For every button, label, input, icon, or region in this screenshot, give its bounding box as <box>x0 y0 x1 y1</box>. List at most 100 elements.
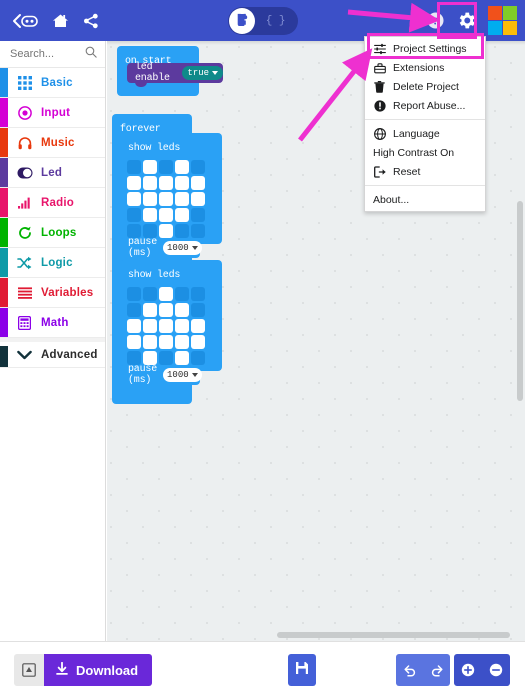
menu-item-reset[interactable]: Reset <box>365 162 485 181</box>
led-cell-4-2[interactable] <box>159 351 173 365</box>
led-cell-1-4[interactable] <box>191 303 205 317</box>
block-on-start[interactable]: on start led enable true <box>117 46 223 96</box>
led-cell-0-2[interactable] <box>159 160 173 174</box>
blocks-javascript-toggle[interactable]: { } <box>227 6 298 35</box>
led-cell-4-4[interactable] <box>191 351 205 365</box>
led-cell-1-1[interactable] <box>143 303 157 317</box>
category-stripe <box>0 308 8 337</box>
led-cell-3-0[interactable] <box>127 335 141 349</box>
sidebar-item-loops[interactable]: Loops <box>0 218 105 248</box>
led-cell-2-2[interactable] <box>159 319 173 333</box>
led-cell-4-1[interactable] <box>143 224 157 238</box>
block-pause-2[interactable]: pause (ms) 1000 <box>120 364 202 386</box>
menu-item-language[interactable]: Language <box>365 124 485 143</box>
led-cell-4-0[interactable] <box>127 351 141 365</box>
led-cell-2-0[interactable] <box>127 319 141 333</box>
led-cell-2-2[interactable] <box>159 192 173 206</box>
workspace-vertical-scrollbar[interactable] <box>517 201 523 401</box>
menu-item-report-abuse[interactable]: Report Abuse... <box>365 96 485 115</box>
redo-icon[interactable] <box>430 663 444 677</box>
led-cell-4-0[interactable] <box>127 224 141 238</box>
led-cell-0-1[interactable] <box>143 287 157 301</box>
led-cell-1-3[interactable] <box>175 303 189 317</box>
led-cell-1-2[interactable] <box>159 176 173 190</box>
led-cell-2-4[interactable] <box>191 192 205 206</box>
block-show-leds-2[interactable]: show leds <box>120 260 222 371</box>
led-cell-0-2[interactable] <box>159 287 173 301</box>
led-cell-1-1[interactable] <box>143 176 157 190</box>
led-cell-2-3[interactable] <box>175 192 189 206</box>
led-cell-2-1[interactable] <box>143 319 157 333</box>
led-cell-3-3[interactable] <box>175 335 189 349</box>
led-cell-4-3[interactable] <box>175 224 189 238</box>
sidebar-item-radio[interactable]: Radio <box>0 188 105 218</box>
led-cell-1-0[interactable] <box>127 303 141 317</box>
led-cell-4-4[interactable] <box>191 224 205 238</box>
led-cell-3-2[interactable] <box>159 208 173 222</box>
usb-device-icon[interactable] <box>14 654 44 686</box>
led-cell-3-0[interactable] <box>127 208 141 222</box>
led-cell-4-1[interactable] <box>143 351 157 365</box>
led-cell-0-0[interactable] <box>127 160 141 174</box>
block-pause-1[interactable]: pause (ms) 1000 <box>120 237 202 259</box>
sidebar-item-led[interactable]: Led <box>0 158 105 188</box>
help-question-icon[interactable]: ? <box>422 0 448 41</box>
led-cell-4-3[interactable] <box>175 351 189 365</box>
led-cell-2-0[interactable] <box>127 192 141 206</box>
led-cell-0-1[interactable] <box>143 160 157 174</box>
blocks-puzzle-icon[interactable] <box>228 7 255 34</box>
save-button[interactable] <box>288 654 316 686</box>
menu-item-high-contrast[interactable]: High Contrast On <box>365 143 485 162</box>
led-cell-3-1[interactable] <box>143 335 157 349</box>
led-cell-1-2[interactable] <box>159 303 173 317</box>
led-cell-3-3[interactable] <box>175 208 189 222</box>
sidebar-item-label: Basic <box>41 76 73 89</box>
sidebar-item-variables[interactable]: Variables <box>0 278 105 308</box>
sidebar-item-advanced[interactable]: Advanced <box>0 338 105 368</box>
workspace-horizontal-scrollbar[interactable] <box>277 632 510 638</box>
sidebar-item-music[interactable]: Music <box>0 128 105 158</box>
search-icon[interactable] <box>85 45 97 63</box>
led-cell-0-0[interactable] <box>127 287 141 301</box>
led-cell-1-0[interactable] <box>127 176 141 190</box>
led-cell-3-2[interactable] <box>159 335 173 349</box>
menu-item-delete-project[interactable]: Delete Project <box>365 77 485 96</box>
pause-value-dropdown-2[interactable]: 1000 <box>163 368 202 382</box>
led-cell-0-3[interactable] <box>175 287 189 301</box>
undo-icon[interactable] <box>403 663 417 677</box>
search-input[interactable] <box>10 48 76 60</box>
block-led-enable[interactable]: led enable true <box>127 62 223 87</box>
led-cell-0-4[interactable] <box>191 160 205 174</box>
led-cell-2-1[interactable] <box>143 192 157 206</box>
sidebar-item-input[interactable]: Input <box>0 98 105 128</box>
zoom-out-icon[interactable] <box>489 663 503 677</box>
download-button[interactable]: Download <box>44 654 153 686</box>
led-matrix-grid-1[interactable] <box>120 157 222 244</box>
toolbox-search-row[interactable] <box>0 41 105 68</box>
chevron-down-icon <box>16 350 33 360</box>
gear-icon[interactable] <box>448 0 484 41</box>
led-cell-1-3[interactable] <box>175 176 189 190</box>
sidebar-item-basic[interactable]: Basic <box>0 68 105 98</box>
led-cell-0-4[interactable] <box>191 287 205 301</box>
pause-value-dropdown-1[interactable]: 1000 <box>163 241 202 255</box>
led-enable-value-dropdown[interactable]: true <box>182 66 223 80</box>
save-floppy-icon <box>295 661 309 680</box>
led-cell-2-4[interactable] <box>191 319 205 333</box>
zoom-in-icon[interactable] <box>461 663 475 677</box>
menu-item-project-settings[interactable]: Project Settings <box>365 39 485 58</box>
block-show-leds-1[interactable]: show leds <box>120 133 222 244</box>
led-cell-2-3[interactable] <box>175 319 189 333</box>
menu-item-about[interactable]: About... <box>365 190 485 209</box>
led-cell-1-4[interactable] <box>191 176 205 190</box>
led-cell-3-4[interactable] <box>191 208 205 222</box>
led-cell-4-2[interactable] <box>159 224 173 238</box>
sidebar-item-math[interactable]: Math <box>0 308 105 338</box>
sidebar-item-logic[interactable]: Logic <box>0 248 105 278</box>
menu-item-extensions[interactable]: Extensions <box>365 58 485 77</box>
led-matrix-grid-2[interactable] <box>120 284 222 371</box>
javascript-toggle-label[interactable]: { } <box>266 15 286 27</box>
led-cell-3-4[interactable] <box>191 335 205 349</box>
led-cell-3-1[interactable] <box>143 208 157 222</box>
led-cell-0-3[interactable] <box>175 160 189 174</box>
